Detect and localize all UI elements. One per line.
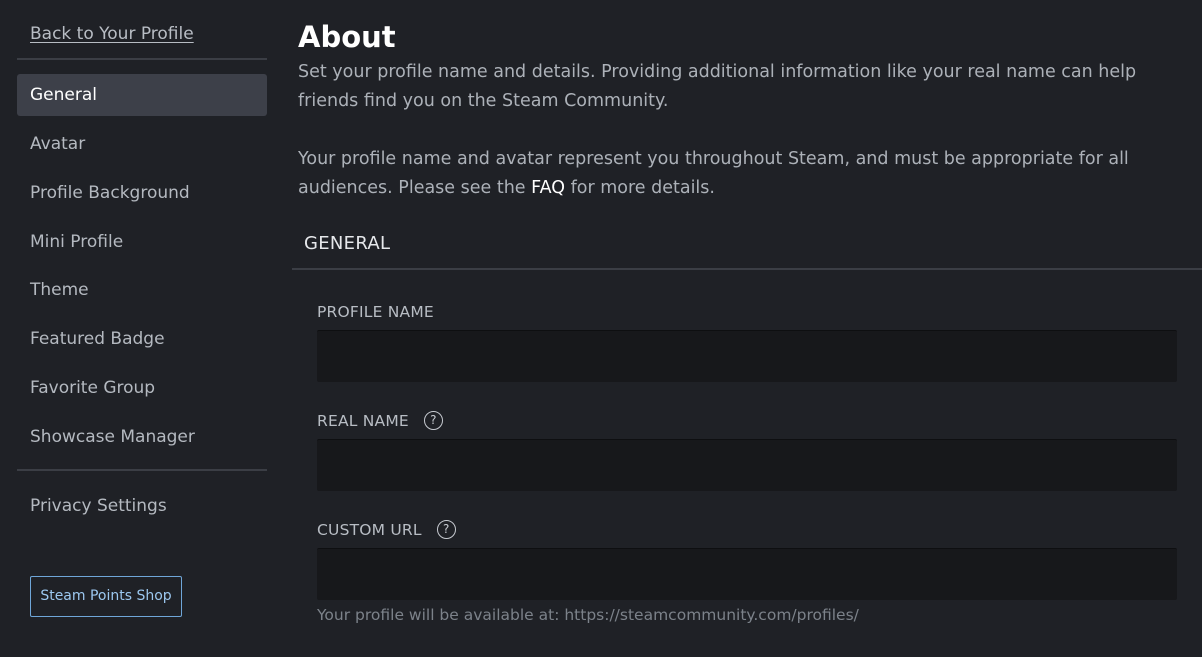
sidebar-item-profile-background[interactable]: Profile Background bbox=[17, 172, 267, 214]
sidebar-item-showcase-manager[interactable]: Showcase Manager bbox=[17, 416, 267, 458]
custom-url-input[interactable] bbox=[317, 548, 1177, 600]
sidebar-item-general[interactable]: General bbox=[17, 74, 267, 116]
sidebar-item-featured-badge[interactable]: Featured Badge bbox=[17, 318, 267, 360]
section-title: GENERAL bbox=[304, 233, 391, 254]
profile-name-label: PROFILE NAME bbox=[317, 303, 434, 321]
sidebar-item-privacy-settings[interactable]: Privacy Settings bbox=[17, 485, 267, 527]
description-text: Set your profile name and details. Provi… bbox=[298, 62, 1137, 111]
sidebar-item-mini-profile[interactable]: Mini Profile bbox=[17, 221, 267, 263]
back-to-profile-link[interactable]: Back to Your Profile bbox=[30, 24, 194, 44]
real-name-label: REAL NAME ? bbox=[317, 411, 443, 430]
profile-name-input[interactable] bbox=[317, 330, 1177, 382]
main-content: About Set your profile name and details.… bbox=[292, 0, 1202, 657]
sidebar-item-favorite-group[interactable]: Favorite Group bbox=[17, 367, 267, 409]
description-text-2: Your profile name and avatar represent y… bbox=[298, 145, 1188, 203]
custom-url-label: CUSTOM URL ? bbox=[317, 520, 456, 539]
sidebar-divider bbox=[17, 469, 267, 471]
sidebar: Back to Your Profile General Avatar Prof… bbox=[0, 0, 282, 657]
profile-url-note: Your profile will be available at: https… bbox=[317, 606, 859, 624]
profile-name-label-text: PROFILE NAME bbox=[317, 303, 434, 321]
custom-url-label-text: CUSTOM URL bbox=[317, 520, 422, 539]
sidebar-item-avatar[interactable]: Avatar bbox=[17, 123, 267, 165]
description-text-part: for more details. bbox=[565, 178, 715, 198]
real-name-input[interactable] bbox=[317, 439, 1177, 491]
page-title: About bbox=[298, 20, 396, 54]
edit-profile-page: Back to Your Profile General Avatar Prof… bbox=[0, 0, 1202, 657]
faq-link[interactable]: FAQ bbox=[531, 178, 565, 198]
real-name-label-text: REAL NAME bbox=[317, 411, 409, 430]
sidebar-divider bbox=[17, 58, 267, 60]
sidebar-item-theme[interactable]: Theme bbox=[17, 269, 267, 311]
help-icon[interactable]: ? bbox=[423, 411, 443, 430]
help-icon[interactable]: ? bbox=[436, 520, 456, 539]
section-divider bbox=[292, 268, 1202, 270]
steam-points-shop-button[interactable]: Steam Points Shop bbox=[30, 576, 182, 617]
